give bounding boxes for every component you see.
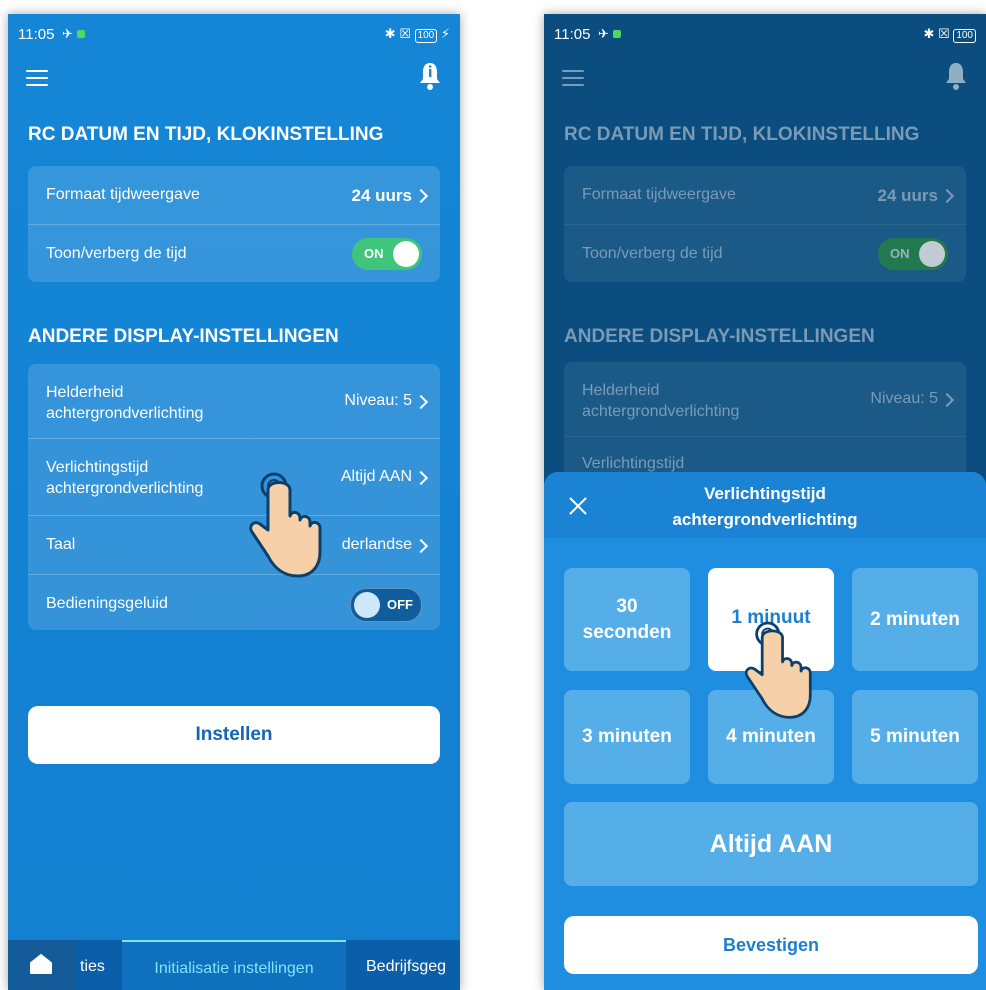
status-bar: 11:05 ✈︎ ✱ ☒ 100 ⚡ (18, 26, 450, 46)
option-4-minutes-label: 4 minuten (726, 726, 816, 748)
show-time-row: Toon/verberg de tijd ON (564, 225, 966, 282)
time-format-row: Formaat tijdweergave 24 uurs (564, 166, 966, 225)
chevron-right-icon (413, 470, 429, 486)
brightness-label-line2: achtergrondverlichting (582, 403, 740, 420)
backlight-time-label-line2: achtergrondverlichting (46, 480, 204, 497)
show-time-toggle[interactable]: ON (352, 238, 422, 270)
tab-initialisation-settings[interactable]: Initialisatie instellingen (122, 940, 346, 990)
backlight-time-label: Verlichtingstijd (582, 455, 685, 472)
chevron-right-icon (939, 188, 955, 204)
status-time: 11:05 (554, 26, 591, 43)
chevron-right-icon (413, 188, 429, 204)
brightness-label-line1: Helderheid (46, 384, 124, 401)
language-row[interactable]: Taal derlandse (28, 516, 440, 575)
brightness-label-line1: Helderheid (582, 382, 660, 399)
time-format-value: 24 uurs (351, 186, 412, 205)
tap-hand-icon (249, 472, 322, 578)
section-title-display: ANDERE DISPLAY-INSTELLINGEN (564, 326, 875, 347)
chevron-right-icon (939, 392, 955, 408)
notification-bell-icon[interactable] (418, 60, 442, 90)
backlight-time-label: Verlichtingstijd achtergrondverlichting (46, 457, 203, 499)
brightness-row[interactable]: Helderheid achtergrondverlichting Niveau… (28, 364, 440, 439)
operation-sound-label: Bedieningsgeluid (46, 595, 168, 612)
notification-icons: ✈︎ (598, 26, 621, 42)
notification-icons: ✈︎ (62, 26, 85, 42)
toggle-off-text: OFF (387, 597, 413, 612)
clock-settings-card: Formaat tijdweergave 24 uurs Toon/verber… (564, 166, 966, 282)
section-title-display: ANDERE DISPLAY-INSTELLINGEN (28, 326, 339, 347)
toggle-knob (393, 241, 419, 267)
time-format-label: Formaat tijdweergave (46, 186, 200, 203)
show-time-row: Toon/verberg de tijd ON (28, 225, 440, 282)
option-2-minutes[interactable]: 2 minuten (852, 568, 978, 671)
sheet-title-line1: Verlichtingstijd (704, 484, 826, 503)
menu-icon (562, 70, 584, 86)
operation-sound-toggle[interactable]: OFF (350, 588, 422, 622)
battery-icon: 100 (414, 29, 438, 43)
notification-bell-icon (946, 63, 966, 90)
time-format-value: 24 uurs (877, 186, 938, 205)
show-time-label: Toon/verberg de tijd (582, 245, 723, 262)
operation-sound-row: Bedieningsgeluid OFF (28, 575, 440, 630)
option-30-seconds[interactable]: 30 seconden (564, 568, 690, 671)
bottom-tab-bar: ties Initialisatie instellingen Bedrijfs… (8, 940, 460, 990)
tab-home[interactable] (8, 940, 76, 990)
backlight-time-value: Altijd AAN (340, 468, 412, 485)
status-time: 11:05 (18, 26, 55, 43)
option-5-minutes[interactable]: 5 minuten (852, 690, 978, 784)
time-format-label: Formaat tijdweergave (582, 186, 736, 203)
tab-operation-data[interactable]: Bedrijfsgeg (366, 940, 446, 990)
home-icon (30, 954, 52, 974)
section-title-clock: RC DATUM EN TIJD, KLOKINSTELLING (564, 124, 920, 145)
backlight-time-row[interactable]: Verlichtingstijd achtergrondverlichting … (28, 439, 440, 516)
toggle-on-text: ON (364, 246, 384, 261)
confirm-button[interactable]: Bevestigen (564, 916, 978, 974)
option-always-on[interactable]: Altijd AAN (564, 802, 978, 886)
option-3-minutes[interactable]: 3 minuten (564, 690, 690, 784)
system-icons: ✱ ☒ 100 (924, 26, 976, 43)
sheet-title-line2: achtergrondverlichting (672, 510, 858, 529)
time-format-row[interactable]: Formaat tijdweergave 24 uurs (28, 166, 440, 225)
system-icons: ✱ ☒ 100 ⚡ (384, 26, 450, 43)
backlight-time-sheet: Verlichtingstijd achtergrondverlichting … (544, 472, 986, 990)
show-time-label: Toon/verberg de tijd (46, 245, 187, 262)
section-title-clock: RC DATUM EN TIJD, KLOKINSTELLING (28, 124, 384, 145)
option-30-seconds-line2: seconden (582, 621, 672, 643)
menu-icon[interactable] (26, 70, 48, 86)
toggle-knob (354, 592, 380, 618)
toggle-on-text: ON (890, 246, 910, 261)
language-label: Taal (46, 536, 76, 553)
brightness-label: Helderheid achtergrondverlichting (582, 380, 739, 422)
set-button[interactable]: Instellen (28, 706, 440, 764)
tap-hand-icon (744, 621, 812, 719)
chevron-right-icon (413, 538, 429, 554)
brightness-label-line2: achtergrondverlichting (46, 405, 204, 422)
brightness-value: Niveau: 5 (870, 390, 938, 407)
right-screen: 11:05 ✈︎ ✱ ☒ 100 RC DATUM EN TIJD, KLOKI… (544, 14, 986, 990)
option-5-minutes-label: 5 minuten (870, 726, 960, 748)
chevron-right-icon (413, 394, 429, 410)
display-settings-card: Helderheid achtergrondverlichting Niveau… (564, 362, 966, 482)
toggle-knob (919, 241, 945, 267)
display-settings-card: Helderheid achtergrondverlichting Niveau… (28, 364, 440, 630)
left-screen: 11:05 ✈︎ ✱ ☒ 100 ⚡ RC DATUM EN TIJD, KLO… (8, 14, 460, 990)
battery-icon: 100 (953, 29, 976, 43)
clock-settings-card: Formaat tijdweergave 24 uurs Toon/verber… (28, 166, 440, 282)
option-3-minutes-label: 3 minuten (582, 726, 672, 748)
tab-partial-left[interactable]: ties (80, 940, 105, 990)
option-2-minutes-label: 2 minuten (870, 608, 960, 630)
brightness-label: Helderheid achtergrondverlichting (46, 382, 203, 424)
language-value: derlandse (341, 536, 412, 553)
backlight-time-label-line1: Verlichtingstijd (46, 459, 149, 476)
show-time-toggle: ON (878, 238, 948, 270)
status-bar: 11:05 ✈︎ ✱ ☒ 100 (554, 26, 976, 46)
sheet-header: Verlichtingstijd achtergrondverlichting (544, 472, 986, 538)
brightness-value: Niveau: 5 (344, 392, 412, 409)
brightness-row: Helderheid achtergrondverlichting Niveau… (564, 362, 966, 437)
option-30-seconds-line1: 30 (616, 595, 638, 617)
